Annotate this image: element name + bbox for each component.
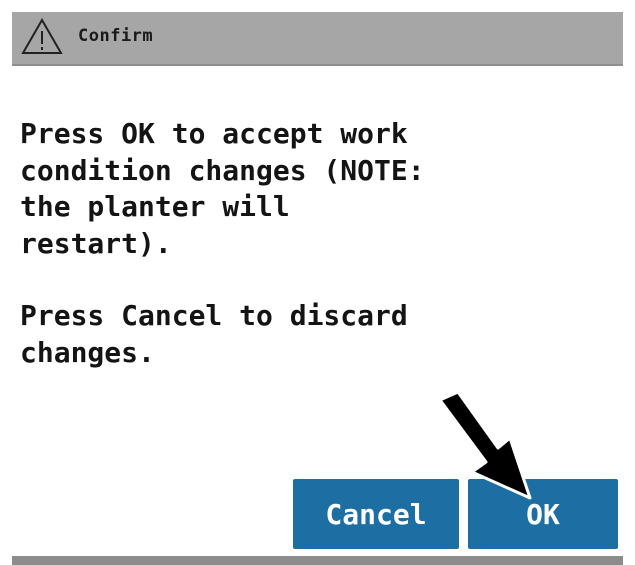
dialog-title: Confirm: [78, 26, 154, 46]
confirm-dialog: Confirm Press OK to accept work conditio…: [12, 12, 623, 565]
confirm-message: Press OK to accept work condition change…: [20, 117, 425, 260]
cancel-message: Press Cancel to discard changes.: [20, 299, 408, 369]
ok-button[interactable]: OK: [468, 479, 618, 549]
dialog-titlebar: Confirm: [12, 12, 623, 66]
dialog-bottom-border: [12, 556, 623, 565]
cancel-button[interactable]: Cancel: [293, 479, 459, 549]
warning-icon: [21, 17, 63, 54]
